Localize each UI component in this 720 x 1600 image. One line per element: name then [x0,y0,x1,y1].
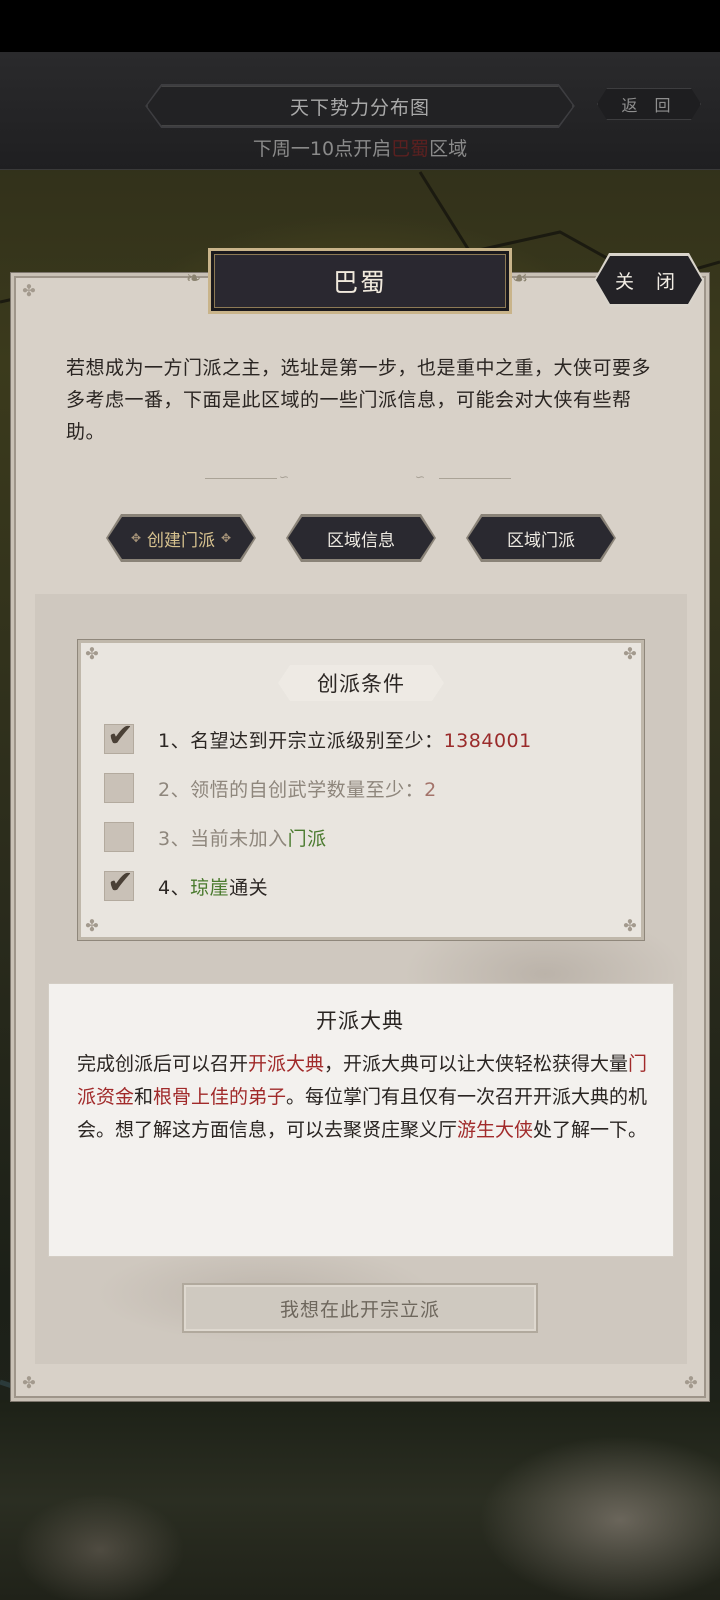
ceremony-description: 完成创派后可以召开开派大典，开派大典可以让大侠轻松获得大量门派资金和根骨上佳的弟… [77,1053,648,1141]
notice-region: 巴蜀 [391,138,430,160]
swirl-icon: ∽ [415,470,426,484]
condition-checkbox[interactable] [104,773,134,803]
tab-region-sects[interactable]: 区域门派 [468,517,614,559]
flourish-right-icon: ☙ [512,268,529,289]
condition-label: 2、领悟的自创武学数量至少：2 [158,778,437,801]
condition-value: 琼崖 [190,876,230,899]
tab-flourish-icon: ✥ [221,531,232,545]
condition-label: 3、当前未加入门派 [158,827,327,850]
back-button[interactable]: 返 回 [597,88,701,120]
conditions-title: 创派条件 [278,665,444,701]
corner-ornament-icon: ✤ [623,916,637,935]
condition-value: 门派 [287,827,327,850]
tab-label: 创建门派 [147,530,215,551]
condition-checkbox[interactable]: ✔ [104,863,134,901]
condition-row: 3、当前未加入门派 [104,820,327,854]
tab-create-sect[interactable]: ✥ 创建门派 ✥ [108,517,254,559]
corner-ornament-icon: ✤ [623,644,637,663]
condition-row: ✔ 4、琼崖通关 [104,863,269,903]
highlight-text: 开派大典 [248,1053,325,1075]
checkmark-icon: ✔ [107,716,134,754]
condition-row: 2、领悟的自创武学数量至少：2 [104,771,437,805]
map-mountains [0,1400,720,1600]
map-title: 天下势力分布图 [147,86,573,126]
divider-ornament-left: ∽ [205,470,305,486]
condition-label: 4、琼崖通关 [158,876,269,899]
condition-label: 1、名望达到开宗立派级别至少：1384001 [158,729,532,752]
region-title: 巴蜀 [208,248,512,314]
condition-value: 2 [424,778,437,801]
divider-ornament-right: ∽ [415,470,515,486]
corner-ornament-icon: ✤ [22,281,36,300]
tab-flourish-icon: ✥ [130,531,141,545]
top-header: 天下势力分布图 返 回 下周一10点开启巴蜀区域 [0,52,720,170]
checkmark-icon: ✔ [107,863,134,901]
condition-checkbox[interactable]: ✔ [104,716,134,754]
corner-ornament-icon: ✤ [85,916,99,935]
close-button[interactable]: 关 闭 [596,256,702,304]
highlight-text: 根骨上佳的弟子 [153,1086,287,1108]
corner-ornament-icon: ✤ [684,1373,698,1392]
tab-region-info[interactable]: 区域信息 [288,517,434,559]
condition-row: ✔ 1、名望达到开宗立派级别至少：1384001 [104,716,532,756]
found-sect-button[interactable]: 我想在此开宗立派 [182,1283,538,1333]
open-notice: 下周一10点开启巴蜀区域 [0,134,720,161]
intro-text: 若想成为一方门派之主，选址是第一步，也是重中之重，大侠可要多多考虑一番，下面是此… [66,357,652,443]
flourish-left-icon: ❧ [186,268,202,289]
condition-value: 1384001 [443,729,532,752]
notice-prefix: 下周一10点开启 [252,138,392,160]
highlight-npc-link[interactable]: 游生大侠 [457,1119,533,1141]
condition-checkbox[interactable] [104,822,134,852]
corner-ornament-icon: ✤ [85,644,99,663]
notice-suffix: 区域 [429,138,468,160]
corner-ornament-icon: ✤ [22,1373,36,1392]
ceremony-title: 开派大典 [316,1009,404,1033]
map-title-plate: 天下势力分布图 [145,84,575,128]
swirl-icon: ∽ [279,470,290,484]
